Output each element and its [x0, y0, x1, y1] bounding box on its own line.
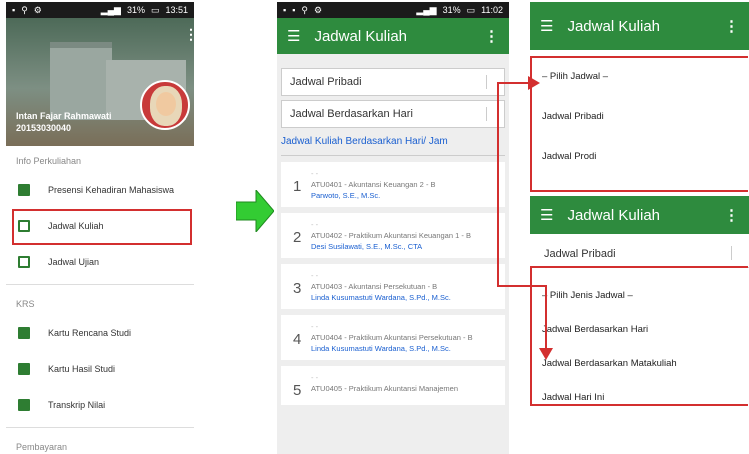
status-bar: ▪ ⚲ ⚙ ▂▄▆ 31% ▭ 13:51: [6, 2, 194, 18]
schedule-card[interactable]: 1 - - ATU0401 - Akuntansi Keuangan 2 - BP…: [281, 162, 505, 207]
battery-icon: ▭: [466, 4, 476, 15]
location-icon: ⚲: [301, 4, 308, 15]
highlight-box-jadwal-kuliah: [12, 209, 192, 245]
avatar[interactable]: [140, 80, 190, 130]
lecturer-name: Linda Kusumastuti Wardana, S.Pd., M.Sc.: [311, 344, 451, 353]
location-icon: ⚲: [21, 4, 28, 15]
check-icon: [18, 363, 30, 375]
schedule-card[interactable]: 5 - - ATU0405 - Praktikum Akuntansi Manaj…: [281, 366, 505, 405]
schedule-card[interactable]: 2 - - ATU0402 - Praktikum Akuntansi Keuan…: [281, 213, 505, 258]
lecturer-name: Parwoto, S.E., M.Sc.: [311, 191, 381, 200]
overflow-menu-icon[interactable]: ⋮: [184, 26, 194, 43]
signal-icon: ▂▄▆: [416, 4, 437, 15]
drawer-item-presensi[interactable]: Presensi Kehadiran Mahasiswa: [6, 172, 194, 208]
drawer-header: Intan Fajar Rahmawati 20153030040 ⋮: [6, 18, 194, 146]
divider: [6, 427, 194, 428]
clock: 11:02: [481, 5, 503, 15]
course-name: ATU0401 - Akuntansi Keuangan 2 - B: [311, 180, 436, 189]
schedule-card[interactable]: 4 - - ATU0404 - Praktikum Akuntansi Perse…: [281, 315, 505, 360]
jadwal-type-select[interactable]: Jadwal Pribadi: [281, 68, 505, 96]
drawer-item-jadwal-ujian[interactable]: Jadwal Ujian: [6, 244, 194, 280]
highlight-box-options: [530, 266, 748, 406]
arrow-down-icon: [539, 348, 553, 360]
drawer-item-transkrip[interactable]: Transkrip Nilai: [6, 387, 194, 423]
arrow-right-icon: [236, 190, 274, 232]
highlight-box-options: [530, 56, 748, 192]
profile-id: 20153030040: [16, 123, 72, 133]
drawer-item-krs[interactable]: Kartu Rencana Studi: [6, 315, 194, 351]
course-name: ATU0404 - Praktikum Akuntansi Persekutua…: [311, 333, 473, 342]
overflow-menu-icon[interactable]: ⋮: [724, 17, 739, 35]
status-bar: ▪ ▪ ⚲ ⚙ ▂▄▆ 31% ▭ 11:02: [277, 2, 509, 18]
hamburger-menu-icon[interactable]: ☰: [540, 17, 553, 35]
notification-icon: ▪: [292, 5, 296, 15]
jadwal-hari-jam-link[interactable]: Jadwal Kuliah Berdasarkan Hari/ Jam: [277, 128, 509, 155]
document-icon: [18, 327, 30, 339]
settings-icon: ⚙: [314, 4, 323, 15]
notification-icon: ▪: [283, 5, 287, 15]
app-title: Jadwal Kuliah: [314, 27, 408, 45]
connector-line: [545, 285, 547, 351]
hamburger-menu-icon[interactable]: ☰: [540, 206, 553, 224]
course-name: ATU0402 - Praktikum Akuntansi Keuangan 1…: [311, 231, 471, 240]
profile-name: Intan Fajar Rahmawati: [16, 111, 112, 121]
app-bar: ☰ Jadwal Kuliah ⋮: [530, 2, 749, 50]
course-name: ATU0405 - Praktikum Akuntansi Manajemen: [311, 384, 459, 393]
jadwal-filter-select[interactable]: Jadwal Berdasarkan Hari: [281, 100, 505, 128]
section-title-info: Info Perkuliahan: [16, 156, 82, 166]
battery-icon: ▭: [150, 4, 160, 15]
person-badge-icon: [18, 184, 30, 196]
lecturer-name: Linda Kusumastuti Wardana, S.Pd., M.Sc.: [311, 293, 451, 302]
signal-icon: ▂▄▆: [100, 4, 121, 15]
section-title-pembayaran: Pembayaran: [16, 442, 68, 452]
connector-line: [497, 82, 499, 286]
screen-pilih-jadwal: ☰ Jadwal Kuliah ⋮ – Pilih Jadwal – Jadwa…: [530, 2, 749, 192]
schedule-list: 1 - - ATU0401 - Akuntansi Keuangan 2 - BP…: [277, 162, 509, 405]
calendar-icon: [18, 256, 30, 268]
screen-pilih-jenis-jadwal: ☰ Jadwal Kuliah ⋮ Jadwal Pribadi – Pilih…: [530, 196, 749, 406]
course-name: ATU0403 - Akuntansi Persekutuan - B: [311, 282, 438, 291]
screen-navigation-drawer: ▪ ⚲ ⚙ ▂▄▆ 31% ▭ 13:51 Intan Fajar Rahmawati 2…: [6, 2, 194, 454]
hamburger-menu-icon[interactable]: ☰: [287, 27, 300, 45]
app-title: Jadwal Kuliah: [567, 17, 661, 35]
drawer-item-khs[interactable]: Kartu Hasil Studi: [6, 351, 194, 387]
overflow-menu-icon[interactable]: ⋮: [484, 27, 499, 45]
screen-jadwal-kuliah: ▪ ▪ ⚲ ⚙ ▂▄▆ 31% ▭ 11:02 ☰ Jadwal Kuliah ⋮ Jadw…: [277, 2, 509, 454]
schedule-card[interactable]: 3 - - ATU0403 - Akuntansi Persekutuan - B…: [281, 264, 505, 309]
battery-level: 31%: [442, 5, 461, 15]
battery-level: 31%: [126, 5, 145, 15]
document-icon: [18, 399, 30, 411]
drawer-menu: Info Perkuliahan Presensi Kehadiran Maha…: [6, 146, 194, 454]
divider: [6, 284, 194, 285]
settings-icon: ⚙: [33, 4, 42, 15]
clock: 13:51: [165, 5, 188, 15]
lecturer-name: Desi Susilawati, S.E., M.Sc., CTA: [311, 242, 423, 251]
app-bar: ☰ Jadwal Kuliah ⋮: [277, 18, 509, 54]
arrow-right-icon: [528, 76, 540, 90]
notification-icon: ▪: [12, 5, 16, 15]
connector-line: [497, 285, 547, 287]
app-bar: ☰ Jadwal Kuliah ⋮: [530, 196, 749, 234]
section-title-krs: KRS: [16, 299, 35, 309]
dropdown-caret-icon: [731, 246, 745, 260]
overflow-menu-icon[interactable]: ⋮: [724, 206, 739, 224]
jadwal-type-select[interactable]: Jadwal Pribadi: [536, 240, 749, 268]
divider: [281, 155, 505, 156]
app-title: Jadwal Kuliah: [567, 206, 661, 224]
building-image: [50, 42, 112, 120]
